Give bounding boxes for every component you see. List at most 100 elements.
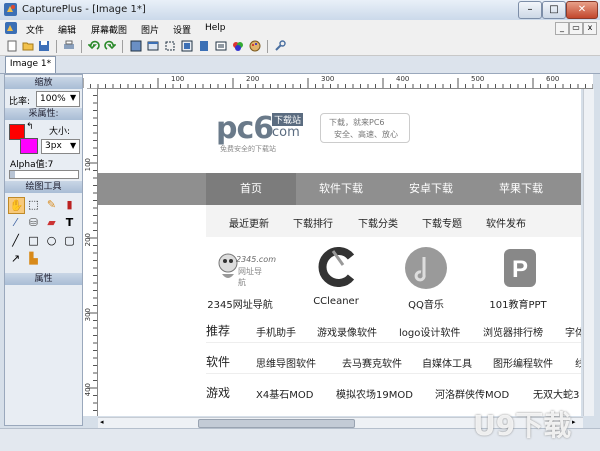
alpha-slider-thumb[interactable] bbox=[10, 171, 15, 178]
rounded-rect-tool-icon[interactable]: ▢ bbox=[62, 233, 77, 248]
capture-region-icon[interactable] bbox=[164, 40, 176, 52]
menu-image[interactable]: 图片 bbox=[141, 23, 159, 36]
app-qqmusic-label[interactable]: QQ音乐 bbox=[383, 296, 469, 311]
stroke-size-select[interactable]: 3px ▼ bbox=[41, 139, 80, 154]
qq-music-icon[interactable] bbox=[403, 245, 449, 291]
ruler-ticks bbox=[87, 88, 97, 411]
open-folder-icon[interactable] bbox=[22, 40, 34, 52]
capture-menu-icon[interactable] bbox=[215, 40, 227, 52]
ruler-ticks bbox=[83, 78, 593, 88]
tools-wrench-icon[interactable] bbox=[274, 40, 286, 52]
text-tool-icon[interactable]: T bbox=[62, 215, 77, 230]
hand-tool-icon[interactable]: ✋ bbox=[8, 197, 25, 214]
toolbar bbox=[0, 37, 600, 56]
subnav-latest[interactable]: 最近更新 bbox=[229, 215, 269, 230]
menu-file[interactable]: 文件 bbox=[26, 23, 44, 36]
line-tool-icon[interactable]: ╱ bbox=[8, 233, 23, 248]
minimize-button[interactable]: – bbox=[518, 1, 542, 19]
rectangle-tool-icon[interactable]: □ bbox=[26, 233, 41, 248]
cat-games-label: 游戏 bbox=[206, 386, 231, 400]
swap-colors-icon[interactable]: ↰ bbox=[26, 122, 34, 132]
highlighter-tool-icon[interactable]: ▰ bbox=[44, 215, 59, 230]
redo-icon[interactable] bbox=[104, 40, 116, 52]
scale-select[interactable]: 100% ▼ bbox=[36, 91, 80, 107]
subnav-category[interactable]: 下载分类 bbox=[358, 215, 398, 230]
palette-icon[interactable] bbox=[249, 40, 261, 52]
cat-item[interactable]: 模拟农场19MOD bbox=[336, 386, 413, 401]
maximize-button[interactable]: □ bbox=[542, 1, 566, 19]
stamp-tool-icon[interactable]: ▙ bbox=[26, 251, 41, 266]
cat-item[interactable]: 自媒体工具 bbox=[422, 355, 472, 370]
ccleaner-icon[interactable] bbox=[313, 247, 359, 287]
image-canvas[interactable]: pc6 下载站 com 免费安全的下载站 下载，就来PC6 安全、高速、放心 首… bbox=[98, 89, 581, 416]
chevron-down-icon: ▼ bbox=[70, 93, 77, 102]
cat-item[interactable]: 浏览器排行榜 bbox=[483, 324, 543, 339]
alpha-slider[interactable] bbox=[9, 170, 79, 179]
svg-text:P: P bbox=[512, 256, 528, 283]
cat-item[interactable]: 手机助手 bbox=[256, 324, 296, 339]
cat-item[interactable]: 思维导图软件 bbox=[256, 355, 316, 370]
ruler-label-100: 100 bbox=[171, 75, 185, 83]
tab-image-1[interactable]: Image 1* bbox=[5, 56, 56, 73]
nav-apple[interactable]: 苹果下载 bbox=[476, 173, 566, 205]
vruler-label-200: 200 bbox=[84, 233, 92, 247]
save-icon[interactable] bbox=[38, 40, 50, 52]
edu-ppt-icon[interactable]: P bbox=[498, 245, 544, 291]
eraser-tool-icon[interactable]: ▮ bbox=[62, 197, 77, 212]
capture-object-icon[interactable] bbox=[181, 40, 193, 52]
app-ccleaner-label[interactable]: CCleaner bbox=[293, 296, 379, 307]
subnav-topics[interactable]: 下载专题 bbox=[422, 215, 462, 230]
nav-software[interactable]: 软件下载 bbox=[296, 173, 386, 205]
cat-item[interactable]: 去马赛克软件 bbox=[342, 355, 402, 370]
subnav-publish[interactable]: 软件发布 bbox=[486, 215, 526, 230]
color-picker-icon[interactable] bbox=[232, 40, 244, 52]
site-logo[interactable]: pc6 下载站 com 免费安全的下载站 bbox=[216, 109, 316, 153]
scroll-left-icon[interactable]: ◂ bbox=[100, 419, 108, 426]
nav-home[interactable]: 首页 bbox=[206, 173, 296, 205]
cat-item[interactable]: logo设计软件 bbox=[399, 324, 460, 339]
qq-music-logo-icon bbox=[405, 247, 447, 289]
cat-item[interactable]: 游戏录像软件 bbox=[317, 324, 377, 339]
scale-panel-header[interactable]: 缩放 bbox=[5, 77, 82, 89]
app-2345-icon-text: 2345.com bbox=[236, 255, 276, 264]
chevron-down-icon: ▼ bbox=[70, 141, 77, 150]
menu-screen-capture[interactable]: 屏幕截图 bbox=[91, 23, 127, 36]
fill-bucket-tool-icon[interactable]: ⛁ bbox=[26, 215, 41, 230]
new-icon[interactable] bbox=[6, 40, 18, 52]
undo-icon[interactable] bbox=[88, 40, 100, 52]
app-2345-label[interactable]: 2345网址导航 bbox=[197, 296, 283, 311]
capture-fullscreen-icon[interactable] bbox=[130, 40, 142, 52]
menu-settings[interactable]: 设置 bbox=[173, 23, 191, 36]
cat-item[interactable]: X4基石MOD bbox=[256, 386, 313, 401]
eyedropper-tool-icon[interactable]: ⁄ bbox=[8, 215, 23, 230]
arrow-tool-icon[interactable]: ↗ bbox=[8, 251, 23, 266]
subnav-ranking[interactable]: 下载排行 bbox=[293, 215, 333, 230]
properties-header[interactable]: 属性 bbox=[5, 273, 82, 285]
nav-android[interactable]: 安卓下载 bbox=[386, 173, 476, 205]
select-rect-tool-icon[interactable]: ⬚ bbox=[26, 197, 41, 212]
capture-window-icon[interactable] bbox=[147, 40, 159, 52]
mdi-restore-button[interactable]: ▭ bbox=[569, 22, 583, 35]
pencil-tool-icon[interactable]: ✎ bbox=[44, 197, 59, 212]
cat-item[interactable]: 线 bbox=[575, 355, 581, 370]
menu-edit[interactable]: 编辑 bbox=[58, 23, 76, 36]
cat-software-label: 软件 bbox=[206, 355, 231, 369]
mdi-close-button[interactable]: x bbox=[583, 22, 597, 35]
horizontal-scroll-thumb[interactable] bbox=[198, 419, 355, 428]
vertical-scrollbar[interactable] bbox=[583, 89, 594, 416]
close-button[interactable]: ✕ bbox=[566, 1, 598, 19]
app-icon bbox=[4, 3, 17, 16]
print-icon[interactable] bbox=[63, 40, 75, 52]
app-ppt-label[interactable]: 101教育PPT bbox=[475, 296, 561, 311]
mdi-minimize-button[interactable]: _ bbox=[555, 22, 569, 35]
menu-help[interactable]: Help bbox=[205, 23, 226, 33]
capture-scroll-icon[interactable] bbox=[198, 40, 210, 52]
capture-props-header[interactable]: 采属性: bbox=[5, 108, 82, 120]
cat-item[interactable]: 字体 bbox=[565, 324, 581, 339]
draw-tools-header[interactable]: 绘图工具 bbox=[5, 181, 82, 193]
cat-item[interactable]: 图形编程软件 bbox=[493, 355, 553, 370]
secondary-color-swatch[interactable] bbox=[20, 138, 38, 154]
watermark-text: U9下载 bbox=[473, 409, 572, 442]
app-2345-icon[interactable]: 2345.com 网址导航 bbox=[218, 247, 276, 287]
ellipse-tool-icon[interactable]: ○ bbox=[44, 233, 59, 248]
